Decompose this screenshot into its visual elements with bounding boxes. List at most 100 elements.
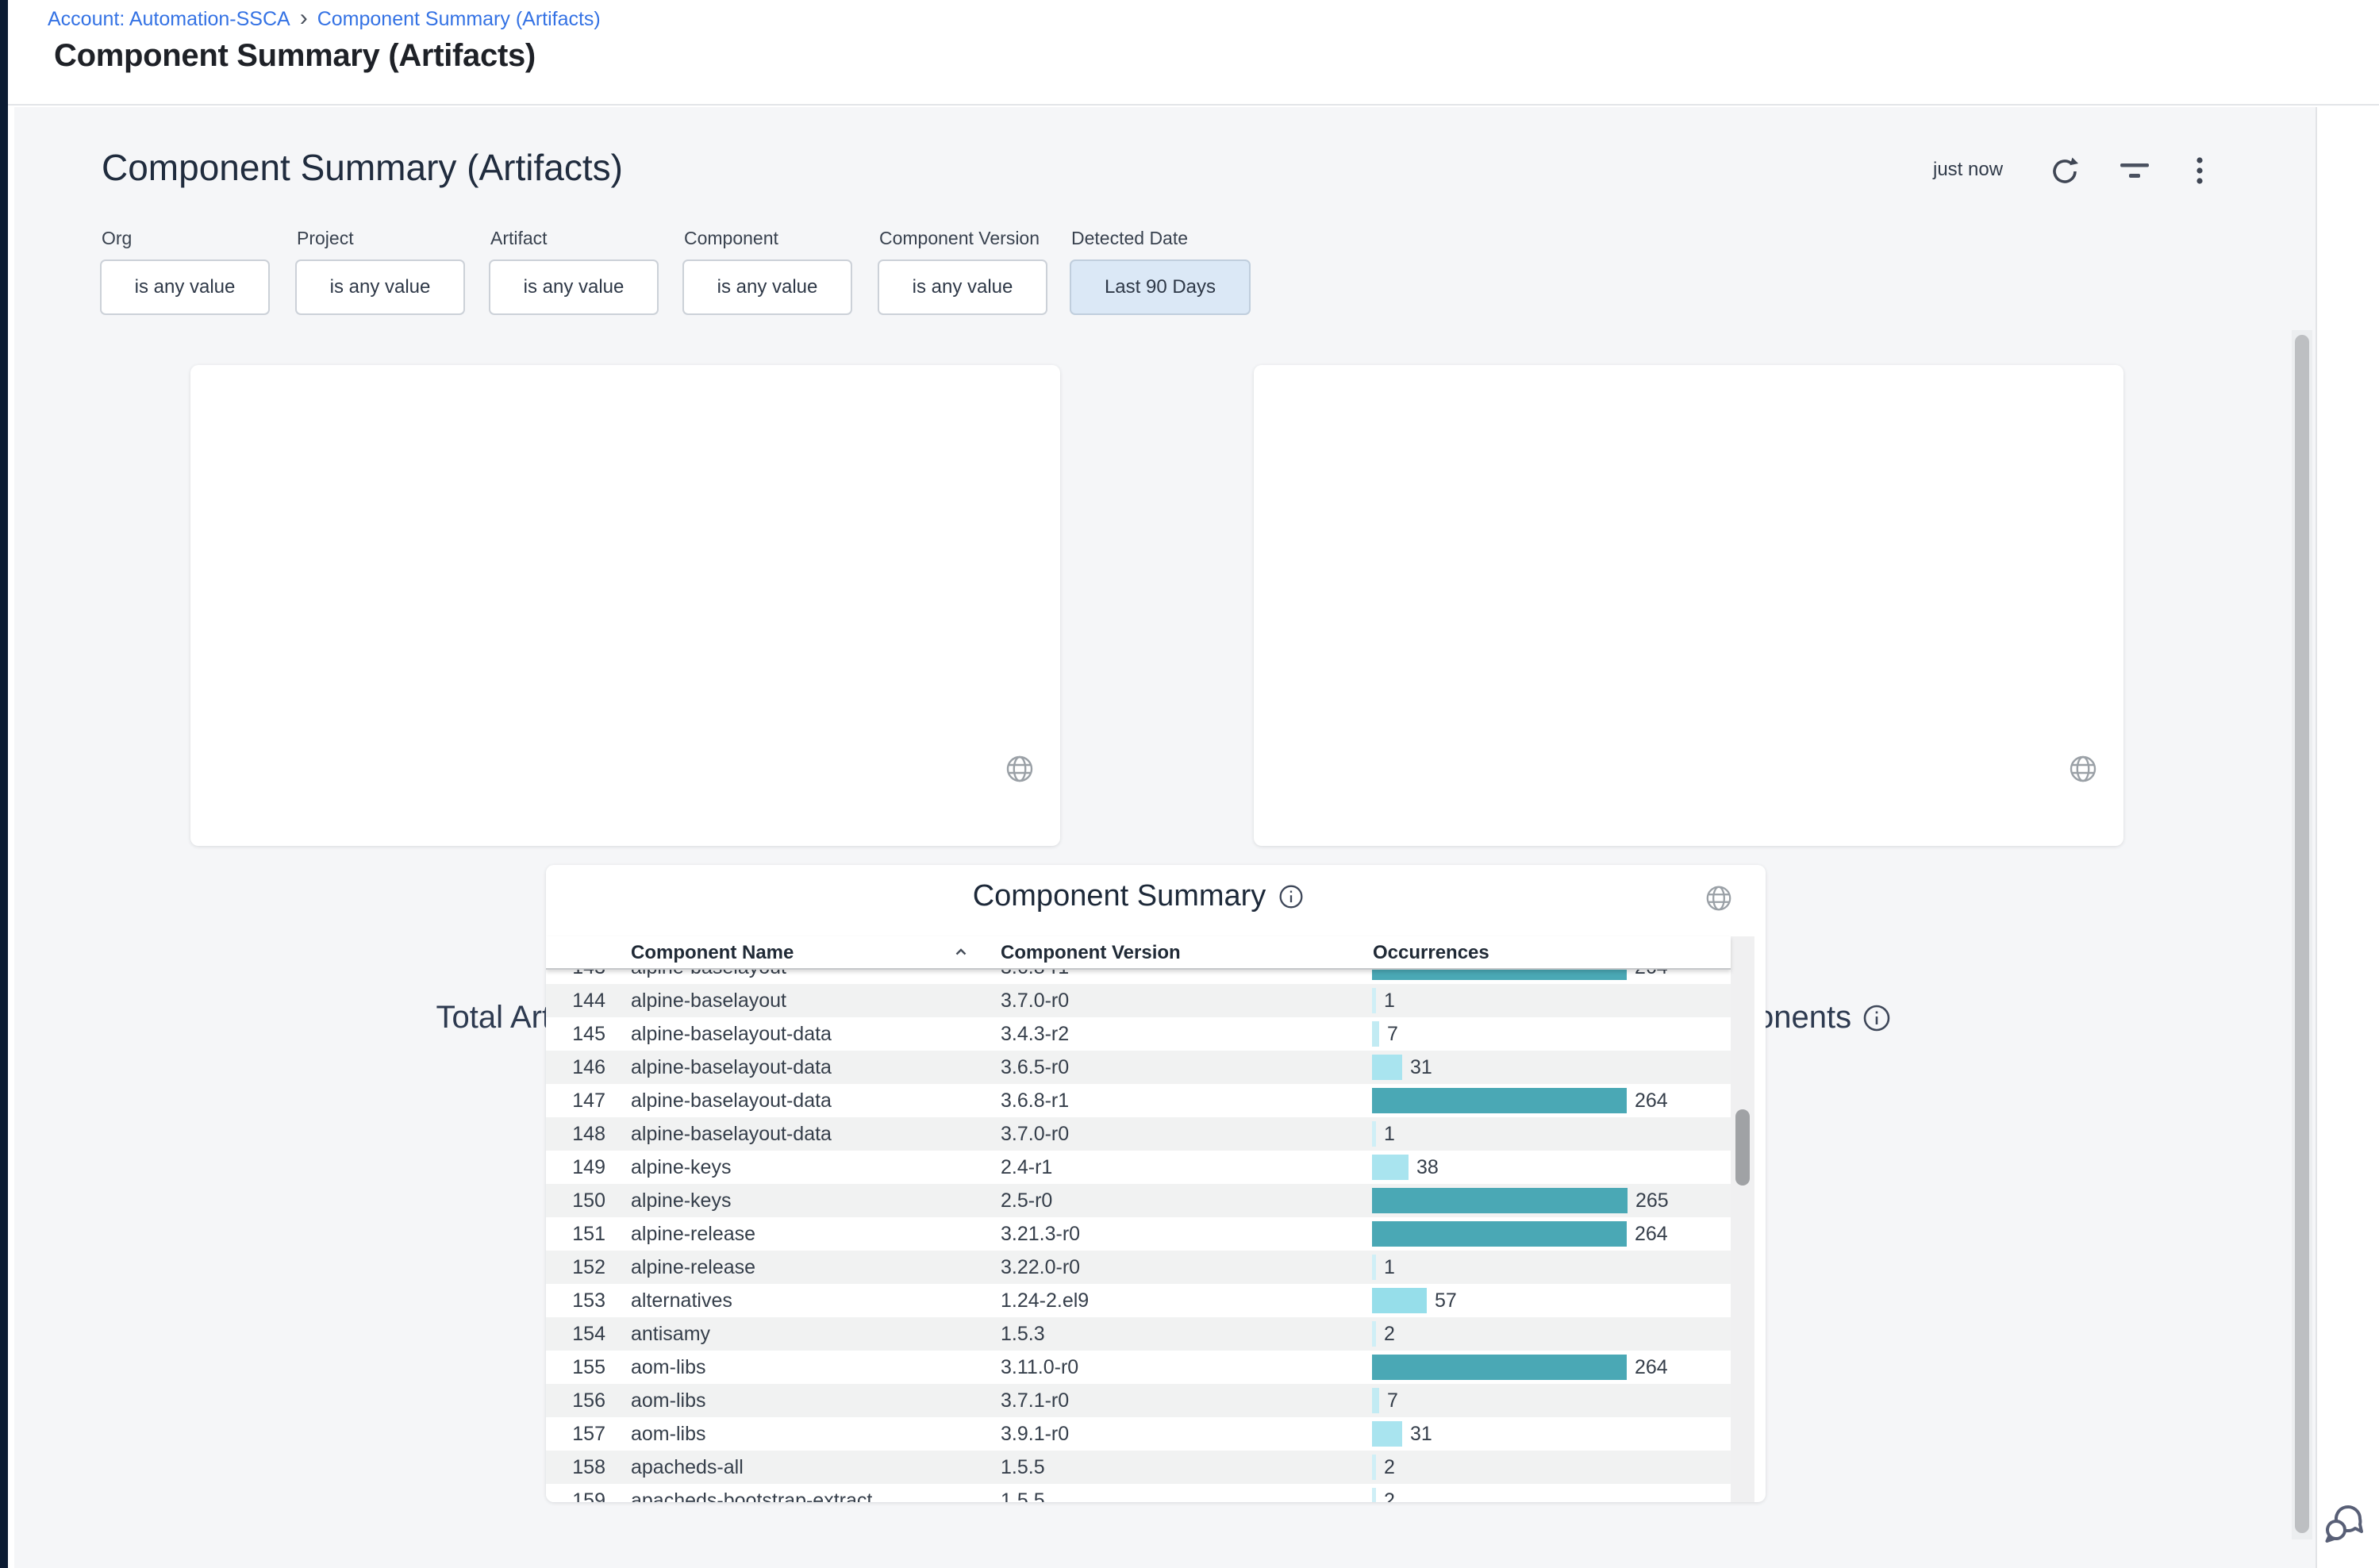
globe-icon[interactable] [1005, 754, 1035, 784]
occurrence-value: 1 [1384, 990, 1395, 1013]
occurrences-cell: 1 [1372, 1117, 1395, 1151]
column-header-component-name[interactable]: Component Name [631, 942, 794, 964]
occurrences-cell: 1 [1372, 1251, 1395, 1284]
component-name-cell: aom-libs [631, 1417, 705, 1451]
occurrence-value: 2 [1384, 1323, 1395, 1346]
filter-label: Detected Date [1071, 228, 1188, 249]
info-icon[interactable] [1862, 1004, 1891, 1032]
breadcrumb-account-link[interactable]: Account: Automation-SSCA [48, 8, 290, 31]
breadcrumb-separator-icon: › [300, 8, 308, 28]
component-version-cell: 3.6.5-r0 [1001, 1051, 1069, 1084]
component-version-cell: 3.9.1-r0 [1001, 1417, 1069, 1451]
component-name-cell: alternatives [631, 1284, 732, 1317]
row-number: 156 [546, 1384, 605, 1417]
occurrences-cell: 7 [1372, 1017, 1398, 1051]
occurrences-cell: 31 [1372, 1051, 1432, 1084]
stat-card-total-artifacts: 16 Total Artifacts Evaluated [190, 365, 1060, 846]
globe-icon[interactable] [1705, 884, 1733, 913]
row-number: 154 [546, 1317, 605, 1351]
table-title: Component Summary [973, 879, 1266, 913]
occurrence-value: 31 [1410, 1423, 1432, 1446]
table-row: 158apacheds-all1.5.52 [546, 1451, 1731, 1484]
page-title: Component Summary (Artifacts) [54, 38, 536, 74]
filter-value-button[interactable]: is any value [100, 259, 270, 315]
component-name-cell: apacheds-all [631, 1451, 744, 1484]
main-scrollbar-thumb[interactable] [2295, 335, 2309, 1533]
info-icon[interactable] [1278, 884, 1304, 909]
occurrence-bar [1372, 1255, 1376, 1280]
occurrence-bar [1372, 1288, 1427, 1313]
last-refreshed-text: just now [1933, 159, 2003, 181]
occurrences-cell: 2 [1372, 1484, 1395, 1502]
component-version-cell: 1.24-2.el9 [1001, 1284, 1089, 1317]
table-row: 147alpine-baselayout-data3.6.8-r1264 [546, 1084, 1731, 1117]
table-scrollbar-thumb[interactable] [1735, 1109, 1750, 1186]
row-number: 159 [546, 1484, 605, 1502]
filter-value-button[interactable]: Last 90 Days [1070, 259, 1251, 315]
occurrences-cell: 38 [1372, 1151, 1439, 1184]
component-name-cell: aom-libs [631, 1384, 705, 1417]
refresh-icon [2049, 156, 2081, 187]
component-name-cell: alpine-baselayout [631, 984, 786, 1017]
table-row: 152alpine-release3.22.0-r01 [546, 1251, 1731, 1284]
occurrence-bar [1372, 1421, 1402, 1447]
component-name-cell: aom-libs [631, 1351, 705, 1384]
table-row: 155aom-libs3.11.0-r0264 [546, 1351, 1731, 1384]
table-row: 154antisamy1.5.32 [546, 1317, 1731, 1351]
component-version-cell: 3.6.8-r1 [1001, 970, 1069, 984]
occurrence-value: 1 [1384, 1123, 1395, 1146]
component-name-cell: alpine-release [631, 1251, 755, 1284]
filter-value-button[interactable]: is any value [489, 259, 659, 315]
occurrence-value: 31 [1410, 1056, 1432, 1079]
column-header-occurrences[interactable]: Occurrences [1373, 942, 1489, 964]
table-header-row: Component Name Component Version Occurre… [546, 936, 1731, 970]
filter-value-button[interactable]: is any value [682, 259, 852, 315]
occurrence-value: 2 [1384, 1489, 1395, 1503]
filter-toggle-button[interactable] [2114, 151, 2155, 192]
occurrence-bar [1372, 1088, 1627, 1113]
component-version-cell: 3.6.8-r1 [1001, 1084, 1069, 1117]
refresh-button[interactable] [2044, 151, 2085, 192]
filter-label: Component Version [879, 228, 1040, 249]
component-name-cell: alpine-baselayout-data [631, 1117, 832, 1151]
occurrence-bar [1372, 1321, 1376, 1347]
occurrence-value: 264 [1635, 1090, 1668, 1113]
occurrence-bar [1372, 1155, 1409, 1180]
table-row: 146alpine-baselayout-data3.6.5-r031 [546, 1051, 1731, 1084]
component-name-cell: alpine-baselayout-data [631, 1017, 832, 1051]
occurrence-bar [1372, 1055, 1402, 1080]
component-version-cell: 1.5.5 [1001, 1451, 1045, 1484]
screen: Account: Automation-SSCA › Component Sum… [0, 0, 2379, 1568]
filter-label: Org [102, 228, 132, 249]
component-name-cell: alpine-baselayout [631, 970, 786, 984]
filter-value-button[interactable]: is any value [878, 259, 1047, 315]
occurrence-value: 7 [1387, 1023, 1398, 1046]
support-chat-icon[interactable] [2319, 1498, 2369, 1549]
table-row: 143alpine-baselayout3.6.8-r1264 [546, 970, 1731, 984]
nav-collapsed-edge [0, 0, 8, 1568]
table-scrollbar-track[interactable] [1731, 936, 1754, 1502]
row-number: 145 [546, 1017, 605, 1051]
filter-label: Artifact [490, 228, 548, 249]
component-version-cell: 2.5-r0 [1001, 1184, 1052, 1217]
breadcrumb-current-link[interactable]: Component Summary (Artifacts) [317, 8, 601, 31]
row-number: 153 [546, 1284, 605, 1317]
occurrences-cell: 7 [1372, 1384, 1398, 1417]
breadcrumb: Account: Automation-SSCA › Component Sum… [48, 8, 601, 31]
occurrence-value: 38 [1416, 1156, 1439, 1179]
row-number: 155 [546, 1351, 605, 1384]
row-number: 144 [546, 984, 605, 1017]
occurrences-cell: 264 [1372, 1084, 1668, 1117]
occurrence-value: 57 [1435, 1289, 1457, 1312]
occurrence-value: 264 [1635, 1223, 1668, 1246]
occurrence-bar [1372, 988, 1376, 1013]
table-row: 150alpine-keys2.5-r0265 [546, 1184, 1731, 1217]
component-name-cell: alpine-keys [631, 1184, 731, 1217]
dashboard-actions-button[interactable] [2179, 151, 2220, 192]
column-header-component-version[interactable]: Component Version [1001, 942, 1181, 964]
occurrences-cell: 2 [1372, 1451, 1395, 1484]
filter-value-button[interactable]: is any value [295, 259, 465, 315]
globe-icon[interactable] [2068, 754, 2098, 784]
occurrence-bar [1372, 970, 1627, 980]
occurrence-value: 7 [1387, 1389, 1398, 1412]
